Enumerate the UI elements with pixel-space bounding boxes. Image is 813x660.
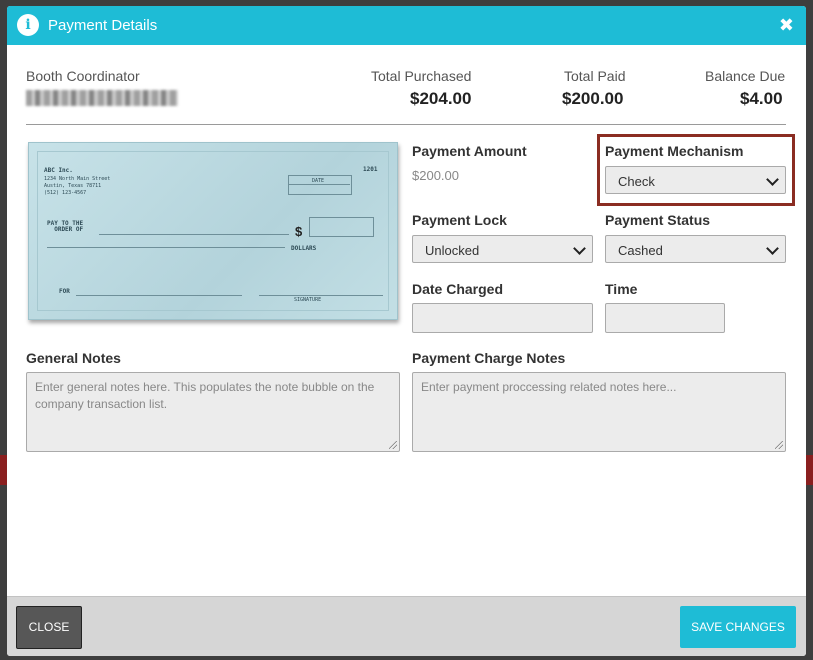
payment-charge-notes-placeholder: Enter payment proccessing related notes … (421, 380, 677, 394)
check-pay-to-label: PAY TO THE ORDER OF (47, 220, 84, 233)
chevron-down-icon (573, 242, 586, 255)
background-accent (0, 455, 7, 485)
payment-status-label: Payment Status (605, 212, 711, 228)
payment-charge-notes-textarea[interactable]: Enter payment proccessing related notes … (412, 372, 786, 452)
payment-status-select[interactable]: Cashed (605, 235, 786, 263)
resize-grip-icon[interactable] (389, 441, 397, 449)
check-number: 1201 (363, 166, 378, 173)
check-image: ABC Inc. 1234 North Main Street Austin, … (28, 142, 398, 320)
close-button[interactable]: CLOSE (16, 606, 82, 649)
check-phone: (512) 123-4567 (44, 190, 87, 196)
booth-coordinator-label: Booth Coordinator (26, 68, 140, 84)
total-paid-label: Total Paid (564, 68, 626, 84)
save-changes-button[interactable]: SAVE CHANGES (680, 606, 796, 648)
check-dollar-sign: $ (295, 224, 303, 239)
check-amount-line (47, 247, 285, 248)
background-accent (806, 455, 813, 485)
close-icon[interactable]: ✖ (779, 15, 794, 35)
payment-charge-notes-label: Payment Charge Notes (412, 350, 566, 366)
payment-lock-select[interactable]: Unlocked (412, 235, 593, 263)
total-purchased-label: Total Purchased (371, 68, 472, 84)
payment-amount-label: Payment Amount (412, 143, 527, 159)
chevron-down-icon (766, 242, 779, 255)
balance-due-value: $4.00 (740, 89, 783, 108)
check-address-line2: Austin, Texas 78711 (44, 183, 102, 189)
total-purchased-value: $204.00 (410, 89, 472, 108)
date-charged-label: Date Charged (412, 281, 504, 297)
check-company: ABC Inc. (44, 167, 73, 174)
general-notes-placeholder: Enter general notes here. This populates… (35, 380, 375, 411)
general-notes-textarea[interactable]: Enter general notes here. This populates… (26, 372, 400, 452)
payment-status-selected: Cashed (618, 243, 663, 258)
general-notes-label: General Notes (26, 350, 121, 366)
check-date-line (288, 184, 350, 185)
check-signature-label: SIGNATURE (294, 297, 322, 303)
payment-details-modal: i Payment Details ✖ Booth Coordinator To… (7, 6, 806, 656)
date-charged-input[interactable] (412, 303, 593, 333)
check-for-label: FOR (59, 288, 70, 295)
payment-lock-label: Payment Lock (412, 212, 507, 228)
check-payee-line (99, 234, 289, 235)
modal-footer: CLOSE SAVE CHANGES (7, 596, 806, 656)
balance-due-label: Balance Due (705, 68, 786, 84)
payment-lock-selected: Unlocked (425, 243, 480, 258)
total-paid-value: $200.00 (562, 89, 624, 108)
info-icon: i (17, 14, 39, 36)
modal-title: Payment Details (48, 17, 158, 34)
check-address-line1: 1234 North Main Street (44, 176, 111, 182)
check-amount-box (309, 217, 374, 237)
time-label: Time (605, 281, 638, 297)
payment-amount-value: $200.00 (412, 168, 459, 183)
check-dollars-label: DOLLARS (291, 245, 317, 252)
check-signature-line (259, 295, 383, 296)
check-memo-line (76, 295, 242, 296)
summary-divider (26, 124, 786, 125)
payment-mechanism-highlight (597, 134, 795, 206)
time-input[interactable] (605, 303, 725, 333)
check-date-label: DATE (312, 178, 325, 184)
resize-grip-icon[interactable] (775, 441, 783, 449)
redacted-name (26, 90, 178, 106)
modal-header: i Payment Details ✖ (7, 6, 806, 45)
